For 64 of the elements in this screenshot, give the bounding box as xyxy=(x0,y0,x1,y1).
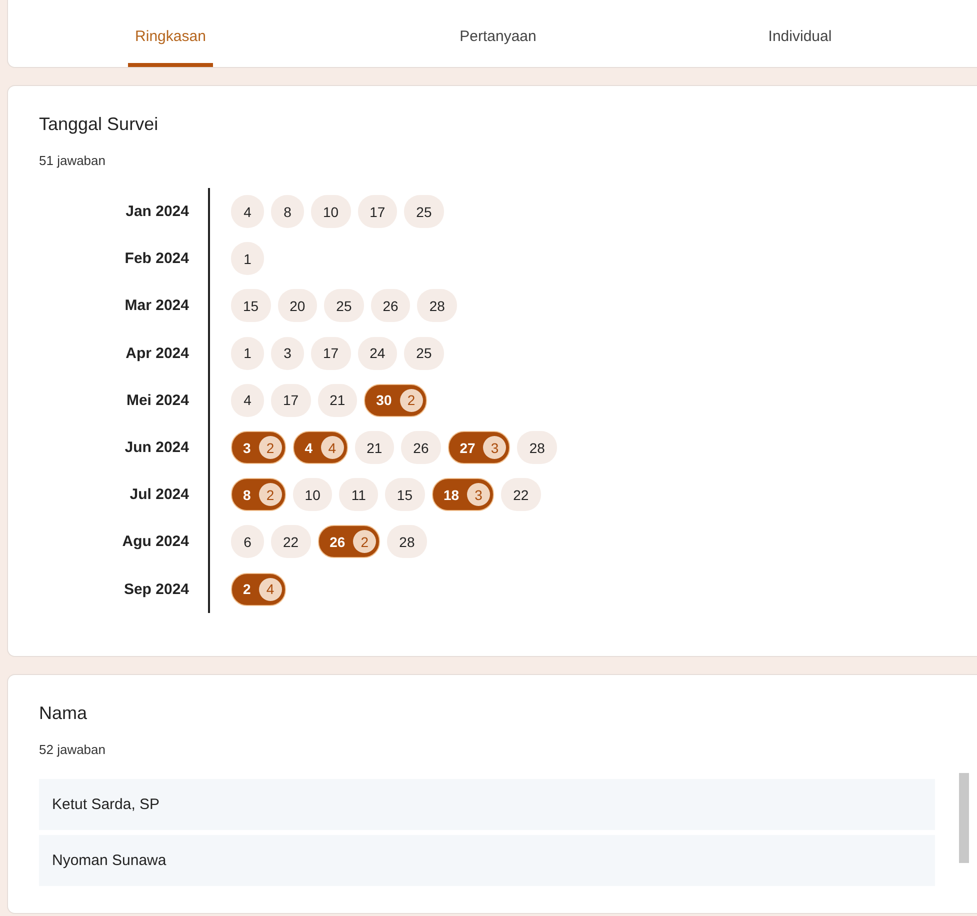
month-label: Apr 2024 xyxy=(39,330,210,377)
date-chip: 21 xyxy=(318,384,358,417)
response-count: 51 jawaban xyxy=(39,153,106,168)
date-chip: 4 xyxy=(231,384,264,417)
count-badge: 2 xyxy=(258,483,282,506)
count-badge: 3 xyxy=(483,436,506,460)
date-chip: 10 xyxy=(292,478,332,512)
date-chip: 26 2 xyxy=(318,525,380,558)
response-count: 52 jawaban xyxy=(39,742,106,757)
date-chip: 17 xyxy=(311,336,351,370)
date-chip: 18 3 xyxy=(432,478,494,512)
month-label: Sep 2024 xyxy=(39,566,210,613)
date-chip: 17 xyxy=(271,384,311,417)
date-chip: 3 xyxy=(271,336,304,370)
date-chip: 30 2 xyxy=(364,384,427,417)
date-chip: 2 4 xyxy=(231,572,286,606)
date-chip: 26 xyxy=(370,289,410,322)
count-badge: 4 xyxy=(320,436,344,460)
month-label: Jan 2024 xyxy=(39,188,210,236)
date-chip: 1 xyxy=(231,336,264,370)
date-chip: 4 xyxy=(231,195,264,228)
date-chip: 1 xyxy=(231,242,264,276)
date-chip: 27 3 xyxy=(448,431,510,464)
date-chip: 24 xyxy=(358,336,398,370)
count-badge: 2 xyxy=(400,388,423,412)
question-title: Tanggal Survei xyxy=(39,114,160,135)
date-chip: 15 xyxy=(384,478,424,512)
tab[interactable]: Ringkasan xyxy=(128,0,213,67)
tab[interactable]: Individual xyxy=(740,0,860,67)
date-chip: 22 xyxy=(501,478,541,512)
date-chip: 22 xyxy=(271,525,311,558)
month-label: Feb 2024 xyxy=(39,235,210,282)
date-chip: 3 2 xyxy=(231,431,286,464)
month-label: Jun 2024 xyxy=(39,424,210,472)
month-label: Jul 2024 xyxy=(39,471,210,518)
answer-row: Nyoman Sunawa xyxy=(39,835,935,886)
count-badge: 2 xyxy=(258,436,282,460)
date-chip: 25 xyxy=(404,195,444,228)
date-chip: 26 xyxy=(401,431,441,464)
date-chip: 4 4 xyxy=(292,431,348,464)
date-chip: 21 xyxy=(354,431,394,464)
question-title: Nama xyxy=(39,703,88,724)
date-chip: 10 xyxy=(311,195,351,228)
date-chip: 15 xyxy=(231,289,271,322)
tab[interactable]: Pertanyaan xyxy=(438,0,558,67)
date-chip: 11 xyxy=(339,478,378,512)
date-chip: 28 xyxy=(387,525,427,558)
month-label: Mar 2024 xyxy=(39,282,210,330)
scrollbar[interactable] xyxy=(959,773,969,863)
count-badge: 2 xyxy=(353,530,376,554)
date-chip: 28 xyxy=(517,431,557,464)
date-chip: 25 xyxy=(324,289,364,322)
answer-row: Ketut Sarda, SP xyxy=(39,779,935,830)
month-label: Agu 2024 xyxy=(39,518,210,566)
date-chip: 25 xyxy=(404,336,444,370)
month-label: Mei 2024 xyxy=(39,376,210,424)
count-badge: 4 xyxy=(258,578,282,601)
date-chip: 17 xyxy=(358,195,398,228)
date-chip: 8 xyxy=(271,195,304,228)
date-chip: 8 2 xyxy=(231,478,286,512)
date-chip: 6 xyxy=(231,525,264,558)
count-badge: 3 xyxy=(467,483,490,506)
date-chip: 28 xyxy=(417,289,457,322)
date-chip: 20 xyxy=(278,289,318,322)
